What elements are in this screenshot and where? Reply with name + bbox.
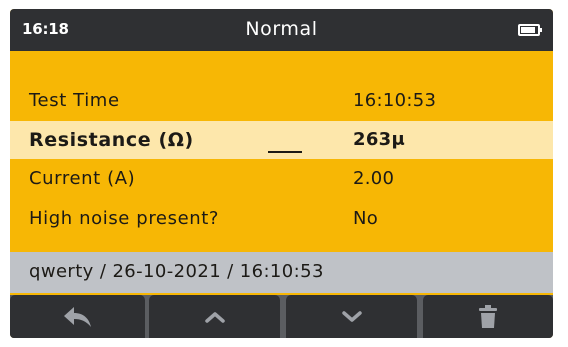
results-list: Test Time 16:10:53 Resistance (Ω) 263μ C… — [10, 81, 553, 239]
scroll-up-button[interactable] — [149, 295, 280, 338]
result-value: 263μ — [353, 129, 406, 150]
result-label: Test Time — [29, 90, 120, 111]
result-row-resistance[interactable]: Resistance (Ω) 263μ — [10, 121, 553, 159]
record-info-bar: qwerty / 26-10-2021 / 16:10:53 — [10, 252, 553, 293]
result-row-high-noise[interactable]: High noise present? No — [10, 199, 553, 239]
back-arrow-icon — [63, 306, 91, 327]
result-row-current[interactable]: Current (A) 2.00 — [10, 159, 553, 199]
battery-icon — [518, 24, 542, 36]
chevron-up-icon — [204, 311, 225, 323]
result-label: Resistance (Ω) — [29, 129, 194, 151]
trash-icon — [479, 304, 497, 328]
softkey-bar — [10, 295, 553, 338]
device-screen: 16:18 Normal Test Time 16:10:53 Resistan… — [10, 9, 553, 338]
battery-tip — [540, 28, 542, 32]
chevron-down-icon — [341, 310, 362, 322]
battery-level-fill — [521, 27, 535, 33]
delete-button[interactable] — [423, 295, 553, 338]
result-row-test-time[interactable]: Test Time 16:10:53 — [10, 81, 553, 121]
result-value: 2.00 — [353, 168, 395, 189]
scroll-down-button[interactable] — [286, 295, 417, 338]
mode-title: Normal — [245, 18, 318, 40]
record-info-text: qwerty / 26-10-2021 / 16:10:53 — [29, 261, 324, 282]
status-bar: 16:18 Normal — [10, 9, 553, 51]
result-label: Current (A) — [29, 168, 136, 189]
battery-body — [518, 24, 540, 36]
result-value: No — [353, 208, 379, 229]
back-button[interactable] — [10, 295, 145, 338]
result-value: 16:10:53 — [353, 90, 437, 111]
result-label: High noise present? — [29, 208, 220, 229]
selection-cursor — [268, 151, 302, 153]
